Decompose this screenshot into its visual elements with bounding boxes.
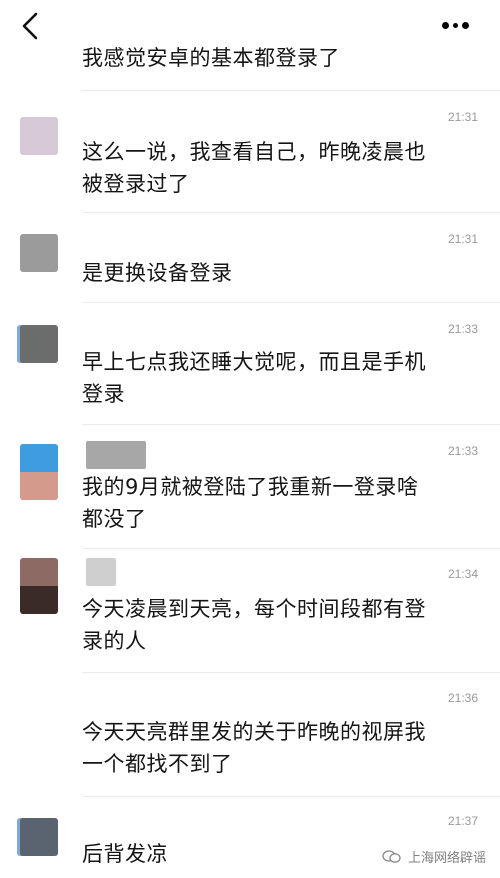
message-time: 21:31	[447, 110, 478, 124]
message-time: 21:37	[447, 814, 478, 828]
message-text: 早上七点我还睡大觉呢，而且是手机 登录	[82, 350, 426, 406]
avatar[interactable]	[20, 117, 58, 155]
message-text: 我的9月就被登陆了我重新一登录啥 都没了	[82, 475, 419, 531]
message-time: 21:36	[447, 691, 478, 705]
message-text: 是更换设备登录	[82, 261, 233, 285]
avatar[interactable]	[20, 234, 58, 272]
divider	[82, 212, 500, 213]
divider	[82, 302, 500, 303]
message-time: 21:31	[447, 232, 478, 246]
message-time: 21:34	[447, 567, 478, 581]
divider	[82, 796, 500, 797]
message-text: 今天天亮群里发的关于昨晚的视屏我 一个都找不到了	[82, 720, 426, 776]
divider	[82, 90, 500, 91]
message-text: 这么一说，我查看自己，昨晚凌晨也 被登录过了	[82, 140, 426, 196]
more-options-icon[interactable]	[442, 18, 476, 32]
divider	[82, 548, 500, 549]
message-time: 21:33	[447, 322, 478, 336]
sender-name-blurred	[86, 441, 146, 469]
avatar[interactable]	[20, 444, 58, 500]
message-time: 21:33	[447, 444, 478, 458]
message-text: 我感觉安卓的基本都登录了	[82, 46, 340, 70]
sender-name-blurred	[86, 558, 116, 586]
avatar[interactable]	[20, 558, 58, 614]
divider	[82, 424, 500, 425]
divider	[82, 672, 500, 673]
watermark: 上海网络辟谣	[382, 847, 486, 866]
watermark-text: 上海网络辟谣	[407, 850, 486, 865]
avatar[interactable]	[20, 325, 58, 363]
back-icon[interactable]	[16, 10, 46, 42]
avatar[interactable]	[20, 818, 58, 856]
message-text: 今天凌晨到天亮，每个时间段都有登 录的人	[82, 597, 426, 653]
wechat-icon	[382, 849, 402, 864]
